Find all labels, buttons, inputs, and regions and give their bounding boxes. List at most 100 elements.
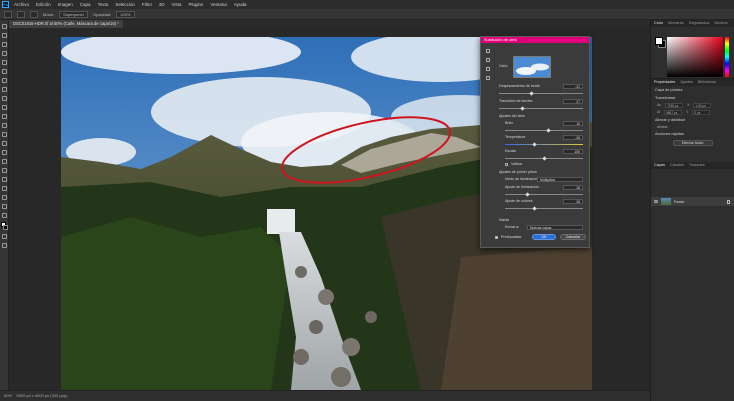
foreground-adjustments-label[interactable]: Ajustes de primer plano (499, 170, 537, 174)
menu-plugins[interactable]: Plugins (189, 2, 204, 7)
document-tab[interactable]: DSC01916-HDR.tif al 50% (Calle, Máscara … (9, 20, 123, 28)
menu-3d[interactable]: 3D (159, 2, 165, 7)
color-adjust-knob[interactable] (532, 206, 537, 211)
blur-tool-icon[interactable] (2, 141, 7, 146)
brightness-field[interactable]: 10 (563, 121, 583, 126)
zoom-icon[interactable] (486, 76, 490, 80)
scale-field[interactable]: 100 (563, 149, 583, 154)
align-title[interactable]: Alinear y distribuir (651, 116, 734, 124)
history-brush-icon[interactable] (2, 114, 7, 119)
sky-brush-icon[interactable] (486, 58, 490, 62)
healing-tool-icon[interactable] (2, 87, 7, 92)
color-picker-field[interactable] (667, 37, 723, 77)
sky-preset-thumbnail[interactable] (513, 56, 551, 78)
remove-background-button[interactable]: Eliminar fondo (672, 140, 713, 146)
brightness-knob[interactable] (546, 128, 551, 133)
fade-edge-field[interactable]: 27 (563, 99, 583, 104)
mode-select[interactable]: Superponer (59, 10, 89, 18)
temperature-slider[interactable] (505, 144, 583, 145)
brush-settings-icon[interactable] (30, 10, 38, 18)
menu-texto[interactable]: Texto (98, 2, 109, 7)
y-field[interactable]: 0 px (692, 110, 711, 115)
layer-row[interactable]: Fondo (651, 197, 734, 206)
path-select-icon[interactable] (2, 177, 7, 182)
fade-edge-slider[interactable] (499, 108, 583, 109)
quick-actions-title[interactable]: Acciones rápidas (651, 130, 734, 138)
lighting-adjust-field[interactable]: 28 (563, 185, 583, 190)
gradient-tool-icon[interactable] (2, 132, 7, 137)
menu-ventana[interactable]: Ventana (210, 2, 227, 7)
cancel-button[interactable]: Cancelar (560, 234, 586, 240)
menu-vista[interactable]: Vista (172, 2, 182, 7)
type-tool-icon[interactable] (2, 168, 7, 173)
tab-channels[interactable]: Canales (670, 162, 684, 169)
frame-tool-icon[interactable] (2, 69, 7, 74)
color-adjust-slider[interactable] (505, 208, 583, 209)
shift-edge-knob[interactable] (529, 91, 534, 96)
marquee-tool-icon[interactable] (2, 33, 7, 38)
color-adjust-field[interactable]: 38 (563, 199, 583, 204)
tab-layers[interactable]: Capas (654, 162, 665, 169)
tab-gradients[interactable]: Degradados (689, 20, 710, 27)
flip-checkbox[interactable] (505, 163, 508, 166)
shape-tool-icon[interactable] (2, 186, 7, 191)
sky-move-icon[interactable] (486, 49, 490, 53)
brightness-slider[interactable] (505, 130, 583, 131)
background-color-swatch[interactable] (3, 225, 8, 230)
crop-tool-icon[interactable] (2, 60, 7, 65)
pen-tool-icon[interactable] (2, 159, 7, 164)
sky-adjustments-label[interactable]: Ajustes del cielo (499, 114, 525, 118)
lighting-mode-select[interactable]: Multiplicar (537, 177, 583, 182)
screen-mode-icon[interactable] (2, 243, 7, 248)
lighting-adjust-knob[interactable] (525, 192, 530, 197)
fade-edge-knob[interactable] (520, 106, 525, 111)
lighting-adjust-slider[interactable] (505, 194, 583, 195)
more-tools-icon[interactable] (2, 213, 7, 218)
tab-color[interactable]: Color (654, 20, 663, 27)
transform-title[interactable]: Transformar (651, 94, 734, 102)
opacity-field[interactable]: 100% (116, 10, 135, 18)
menu-imagen[interactable]: Imagen (58, 2, 73, 7)
output-to-select[interactable]: Nuevas capas (527, 225, 583, 230)
temperature-knob[interactable] (532, 142, 537, 147)
menu-archivo[interactable]: Archivo (14, 2, 29, 7)
dodge-tool-icon[interactable] (2, 150, 7, 155)
tab-properties[interactable]: Propiedades (654, 79, 675, 86)
brush-tool-icon[interactable] (2, 96, 7, 101)
menu-seleccion[interactable]: Selección (115, 2, 135, 7)
move-tool-icon[interactable] (2, 24, 7, 29)
tab-patterns[interactable]: Motivos (714, 20, 727, 27)
ok-button[interactable]: OK (532, 234, 556, 240)
shift-edge-slider[interactable] (499, 93, 583, 94)
shift-edge-field[interactable]: -31 (563, 84, 583, 89)
quick-mask-icon[interactable] (2, 234, 7, 239)
temperature-field[interactable]: -26 (563, 135, 583, 140)
width-field[interactable]: 7952 px (665, 103, 684, 108)
tab-swatches[interactable]: Muestras (668, 20, 684, 27)
zoom-tool-icon[interactable] (2, 204, 7, 209)
output-label[interactable]: Salida (499, 218, 509, 222)
menu-edicion[interactable]: Edición (36, 2, 51, 7)
brush-preset-icon[interactable] (17, 10, 25, 18)
zoom-level[interactable]: 50% (4, 393, 12, 398)
lasso-tool-icon[interactable] (2, 42, 7, 47)
home-icon[interactable] (4, 10, 12, 18)
stamp-tool-icon[interactable] (2, 105, 7, 110)
preview-checkbox[interactable] (495, 236, 498, 239)
tab-libraries[interactable]: Bibliotecas (698, 79, 716, 86)
scale-knob[interactable] (542, 156, 547, 161)
quick-select-tool-icon[interactable] (2, 51, 7, 56)
tab-adjustments[interactable]: Ajustes (680, 79, 692, 86)
foreground-swatch[interactable] (655, 37, 663, 45)
eye-icon[interactable] (654, 200, 658, 203)
tab-paths[interactable]: Trazados (689, 162, 705, 169)
hue-slider[interactable] (725, 37, 729, 77)
x-field[interactable]: 1,69 px (693, 103, 712, 108)
menu-ayuda[interactable]: Ayuda (234, 2, 247, 7)
eraser-tool-icon[interactable] (2, 123, 7, 128)
menu-filtro[interactable]: Filtro (142, 2, 152, 7)
height-field[interactable]: 4867 px (664, 110, 683, 115)
menu-capa[interactable]: Capa (80, 2, 91, 7)
eyedropper-tool-icon[interactable] (2, 78, 7, 83)
hand-icon[interactable] (486, 67, 490, 71)
